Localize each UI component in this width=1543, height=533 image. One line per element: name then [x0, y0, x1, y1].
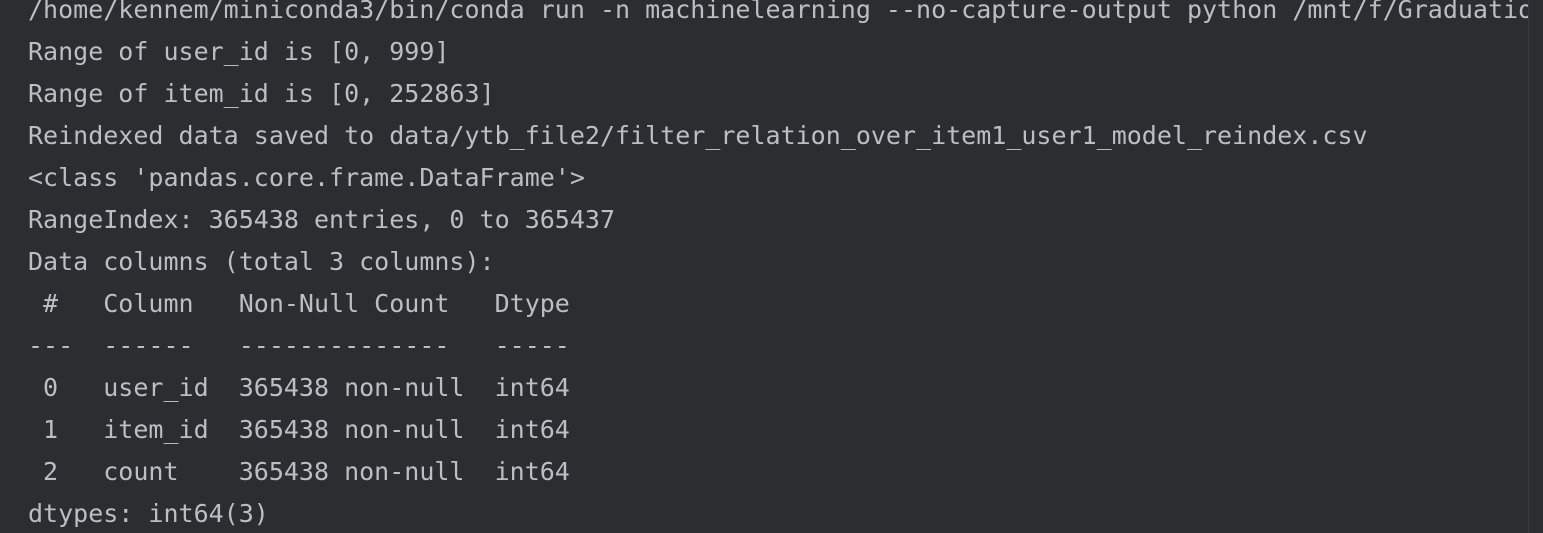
- table-row: 2 count 365438 non-null int64: [28, 457, 570, 486]
- output-line-range-index: RangeIndex: 365438 entries, 0 to 365437: [28, 205, 615, 234]
- output-line-item-id-range: Range of item_id is [0, 252863]: [28, 79, 495, 108]
- table-header-row: # Column Non-Null Count Dtype: [28, 289, 570, 318]
- console-output: /home/kennem/miniconda3/bin/conda run -n…: [28, 0, 1543, 533]
- output-line-user-id-range: Range of user_id is [0, 999]: [28, 37, 450, 66]
- output-line-data-columns: Data columns (total 3 columns):: [28, 247, 495, 276]
- table-row: 1 item_id 365438 non-null int64: [28, 415, 570, 444]
- output-line-saved-path: Reindexed data saved to data/ytb_file2/f…: [28, 121, 1368, 150]
- table-row: 0 user_id 365438 non-null int64: [28, 373, 570, 402]
- vertical-scrollbar[interactable]: [1528, 0, 1543, 533]
- terminal-output-panel[interactable]: /home/kennem/miniconda3/bin/conda run -n…: [0, 0, 1543, 533]
- command-line: /home/kennem/miniconda3/bin/conda run -n…: [28, 0, 1543, 24]
- output-line-class: <class 'pandas.core.frame.DataFrame'>: [28, 163, 585, 192]
- output-line-dtypes: dtypes: int64(3): [28, 499, 269, 528]
- table-separator-row: --- ------ -------------- -----: [28, 331, 570, 360]
